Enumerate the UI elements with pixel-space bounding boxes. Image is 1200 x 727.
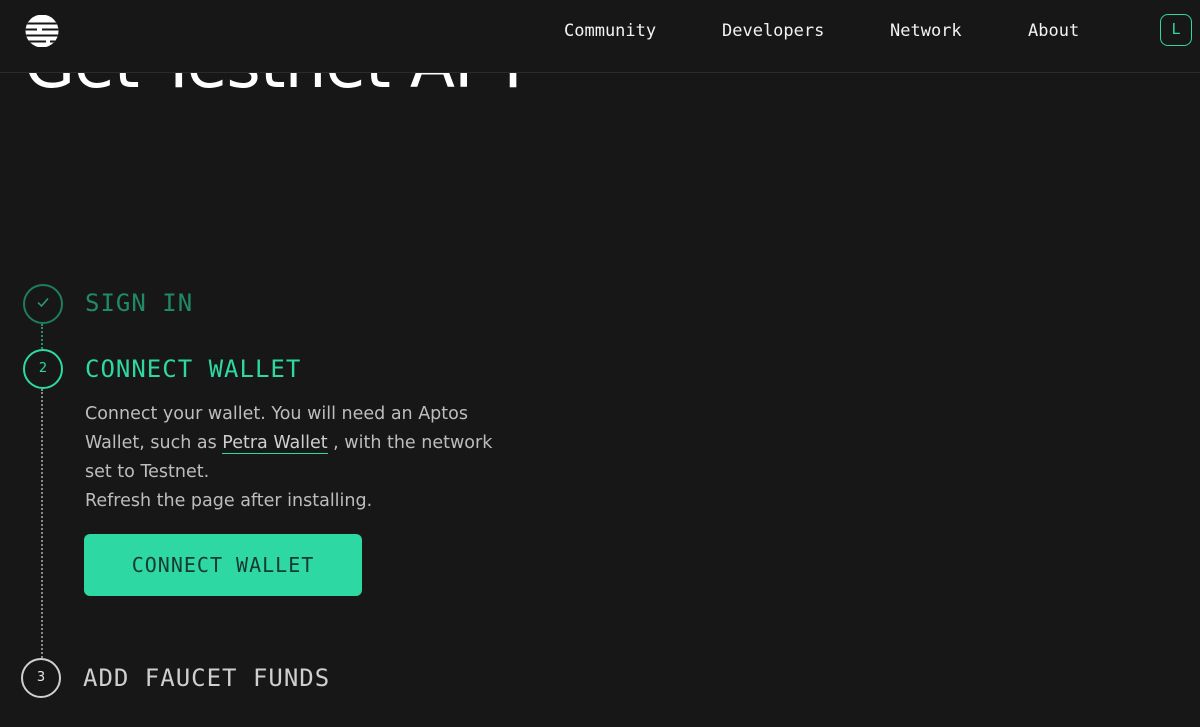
connect-wallet-button[interactable]: CONNECT WALLET <box>84 534 362 596</box>
step-2-indicator: 2 <box>23 349 63 389</box>
nav-about[interactable]: About <box>1028 19 1079 43</box>
step-2-title: CONNECT WALLET <box>85 355 302 383</box>
step-3-title: ADD FAUCET FUNDS <box>83 664 331 692</box>
nav-community[interactable]: Community <box>564 19 656 43</box>
petra-wallet-link[interactable]: Petra Wallet <box>222 433 328 454</box>
step-connector <box>41 324 43 349</box>
nav-developers[interactable]: Developers <box>722 19 824 43</box>
step-1-title: SIGN IN <box>85 289 194 317</box>
step-1-indicator <box>23 284 63 324</box>
step-3-indicator: 3 <box>21 658 61 698</box>
refresh-note: Refresh the page after installing. <box>85 491 373 511</box>
step-2-description: Connect your wallet. You will need an Ap… <box>85 400 515 516</box>
aptos-logo-icon[interactable] <box>24 13 60 49</box>
site-header: Community Developers Network About L <box>0 0 1200 73</box>
nav-network[interactable]: Network <box>890 19 962 43</box>
step-connector <box>41 389 43 658</box>
wallet-instructions: Connect your wallet. You will need an Ap… <box>85 400 515 487</box>
check-icon <box>35 296 51 311</box>
account-avatar-button[interactable]: L <box>1160 14 1192 46</box>
